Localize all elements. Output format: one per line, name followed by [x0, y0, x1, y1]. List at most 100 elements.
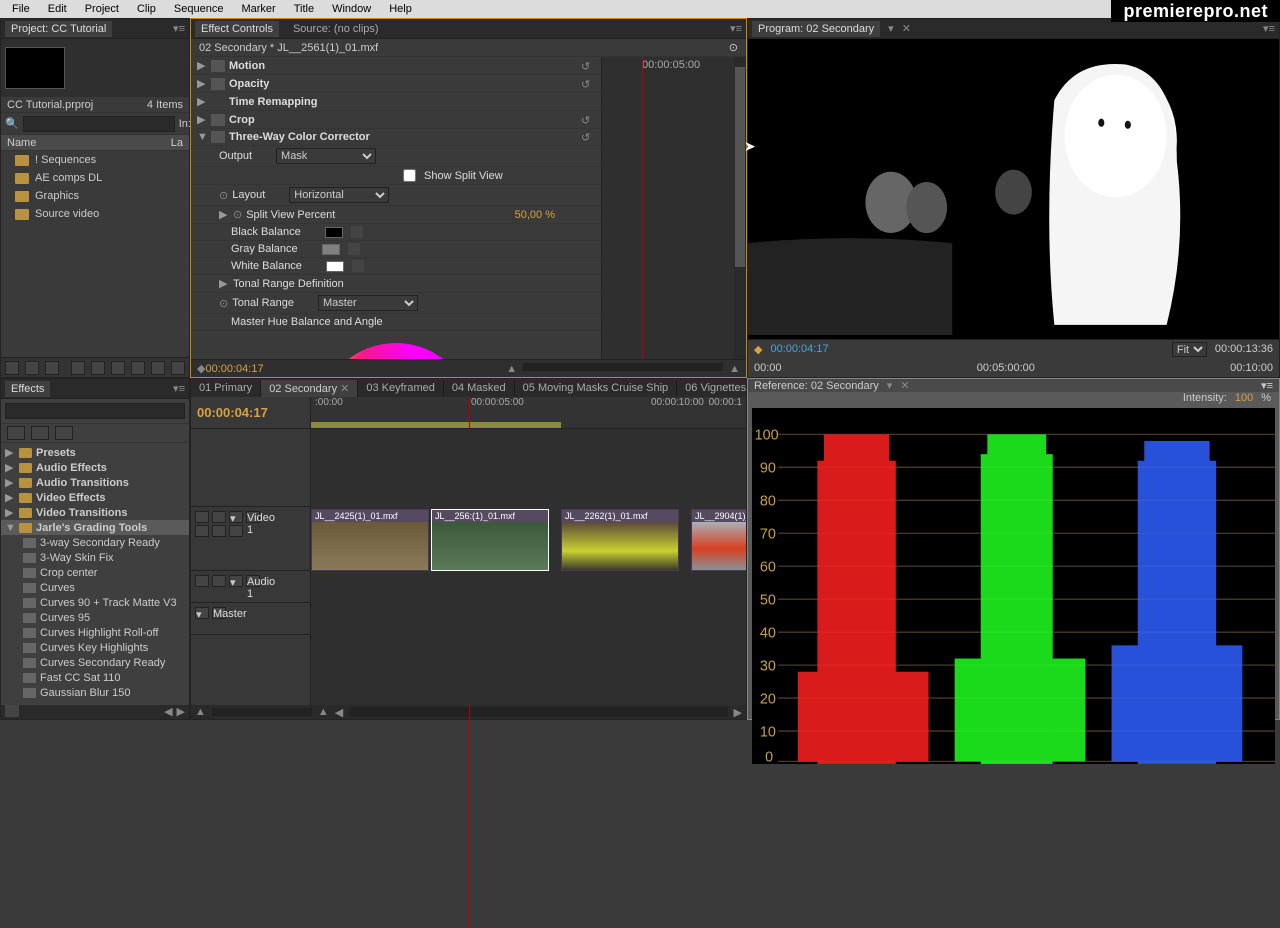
twirl-icon[interactable]: ▶: [197, 77, 207, 90]
fx-preset[interactable]: Curves Secondary Ready: [1, 655, 189, 670]
opacity-effect[interactable]: Opacity: [229, 78, 269, 90]
menu-window[interactable]: Window: [324, 1, 379, 17]
source-tab[interactable]: Source: (no clips): [287, 21, 385, 37]
fx-preset[interactable]: Crop center: [1, 565, 189, 580]
menu-project[interactable]: Project: [77, 1, 127, 17]
twirl-icon[interactable]: ▶: [197, 113, 207, 126]
fx-preset[interactable]: Curves Key Highlights: [1, 640, 189, 655]
timeline-clip[interactable]: JL__256:(1)_01.mxf: [431, 509, 549, 571]
icon-view-button[interactable]: [25, 361, 39, 375]
h-scrollbar[interactable]: [349, 707, 727, 717]
bin-item[interactable]: ! Sequences: [1, 151, 189, 169]
track-btn[interactable]: [212, 525, 226, 537]
reset-icon[interactable]: ↺: [581, 114, 595, 126]
zoom-out-icon[interactable]: ▲: [195, 706, 206, 718]
motion-effect[interactable]: Motion: [229, 60, 265, 72]
fx-preset[interactable]: 3-way Secondary Ready: [1, 535, 189, 550]
delete-button[interactable]: [131, 361, 145, 375]
zoom-slider[interactable]: [523, 363, 723, 371]
track-toggle-icon[interactable]: [195, 511, 209, 523]
panel-menu-icon[interactable]: ▾≡: [173, 22, 185, 35]
fx-preset[interactable]: Curves: [1, 580, 189, 595]
fx-preset[interactable]: Curves Highlight Roll-off: [1, 625, 189, 640]
track-btn[interactable]: [229, 525, 243, 537]
close-icon[interactable]: ✕: [900, 379, 909, 392]
time-remap-effect[interactable]: Time Remapping: [229, 96, 317, 108]
anim-icon[interactable]: ⊙: [219, 189, 228, 202]
layout-select[interactable]: Horizontal: [289, 187, 389, 203]
new-bin-button[interactable]: [91, 361, 105, 375]
audio-track-header[interactable]: ▾Audio 1: [191, 571, 310, 603]
panel-menu-icon[interactable]: ▾≡: [730, 22, 742, 35]
sequence-tab[interactable]: 03 Keyframed: [358, 380, 443, 396]
scroll-left-icon[interactable]: ◀: [335, 706, 343, 719]
prev-button[interactable]: [151, 361, 165, 375]
tonal-range-select[interactable]: Master: [318, 295, 418, 311]
anim-icon[interactable]: ⊙: [219, 297, 228, 310]
timeline-clips-area[interactable]: JL__2425(1)_01.mxf JL__256:(1)_01.mxf JL…: [311, 429, 746, 705]
show-hide-timeline-icon[interactable]: ⊙: [729, 41, 738, 54]
fx-preset[interactable]: Curves 95: [1, 610, 189, 625]
fx-preset[interactable]: Curves 90 + Track Matte V3: [1, 595, 189, 610]
rgb-parade-scope[interactable]: 1009080706050403020100: [752, 408, 1275, 764]
program-tab[interactable]: Program: 02 Secondary: [752, 21, 880, 37]
bin-item[interactable]: Graphics: [1, 187, 189, 205]
zoom-select[interactable]: Fit: [1172, 342, 1207, 357]
panel-menu-icon[interactable]: ▾≡: [173, 382, 185, 395]
intensity-value[interactable]: 100: [1235, 392, 1253, 404]
fx-preset[interactable]: Fast CC Sat 110: [1, 670, 189, 685]
white-swatch[interactable]: [326, 261, 344, 272]
effects-search-input[interactable]: [5, 403, 185, 419]
fx-yuv-icon[interactable]: [55, 426, 73, 440]
new-item-button[interactable]: [111, 361, 125, 375]
reference-tab[interactable]: Reference: 02 Secondary: [754, 380, 879, 392]
sequence-tab[interactable]: 05 Moving Masks Cruise Ship: [515, 380, 678, 396]
effects-tab[interactable]: Effects: [5, 381, 50, 397]
menu-edit[interactable]: Edit: [40, 1, 75, 17]
zoom-in-icon[interactable]: ▲: [729, 363, 740, 375]
close-icon[interactable]: ✕: [902, 22, 911, 35]
bin-item[interactable]: Source video: [1, 205, 189, 223]
work-area-bar[interactable]: [311, 422, 561, 428]
program-current-tc[interactable]: 00:00:04:17: [770, 343, 828, 355]
zoom-in-icon[interactable]: ▲: [318, 706, 329, 718]
zoom-slider[interactable]: [212, 708, 312, 716]
fx-preset[interactable]: 3-Way Skin Fix: [1, 550, 189, 565]
timeline-clip[interactable]: JL__2262(1)_01.mxf: [561, 509, 679, 571]
auto-size-button[interactable]: [45, 361, 59, 375]
split-pct-value[interactable]: 50,00 %: [515, 209, 555, 221]
twirl-icon[interactable]: ▶: [219, 277, 229, 290]
video-track-header[interactable]: ▾Video 1: [191, 507, 310, 571]
twirl-icon[interactable]: ▼: [197, 131, 207, 143]
close-icon[interactable]: ✕: [340, 383, 349, 395]
fx-32bit-icon[interactable]: [31, 426, 49, 440]
track-mute-icon[interactable]: [195, 575, 209, 587]
zoom-out-icon[interactable]: ▲: [506, 363, 517, 375]
fx-folder[interactable]: ▶Video Transitions: [1, 505, 189, 520]
menu-marker[interactable]: Marker: [233, 1, 283, 17]
eyedropper-icon[interactable]: [352, 260, 364, 272]
reset-icon[interactable]: ↺: [581, 60, 595, 72]
scrollbar[interactable]: [734, 57, 746, 359]
timeline-tc[interactable]: 00:00:04:17: [197, 405, 268, 420]
fx-folder[interactable]: ▶Audio Effects: [1, 460, 189, 475]
twirl-icon[interactable]: ▶: [197, 95, 207, 108]
project-tab[interactable]: Project: CC Tutorial: [5, 21, 112, 37]
scroll-right-icon[interactable]: ▶: [177, 705, 185, 719]
col-label[interactable]: La: [171, 137, 183, 149]
eyedropper-icon[interactable]: [348, 243, 360, 255]
fx-icon[interactable]: [211, 131, 225, 143]
show-split-checkbox[interactable]: [403, 169, 416, 182]
master-track-header[interactable]: ▾Master: [191, 603, 310, 635]
black-swatch[interactable]: [325, 227, 343, 238]
ec-mini-timeline[interactable]: 00:00:05:00: [601, 57, 746, 359]
sequence-tab[interactable]: 04 Masked: [444, 380, 515, 396]
reset-icon[interactable]: ↺: [581, 78, 595, 90]
twirl-icon[interactable]: ▶: [219, 208, 229, 221]
fx-icon[interactable]: [211, 60, 225, 72]
marker-icon[interactable]: ◆: [754, 343, 762, 356]
track-lock-icon[interactable]: [212, 511, 226, 523]
color-wheel[interactable]: [191, 331, 601, 359]
gray-swatch[interactable]: [322, 244, 340, 255]
timeline-clip[interactable]: JL__2904(1)_01.mxf: [691, 509, 746, 571]
